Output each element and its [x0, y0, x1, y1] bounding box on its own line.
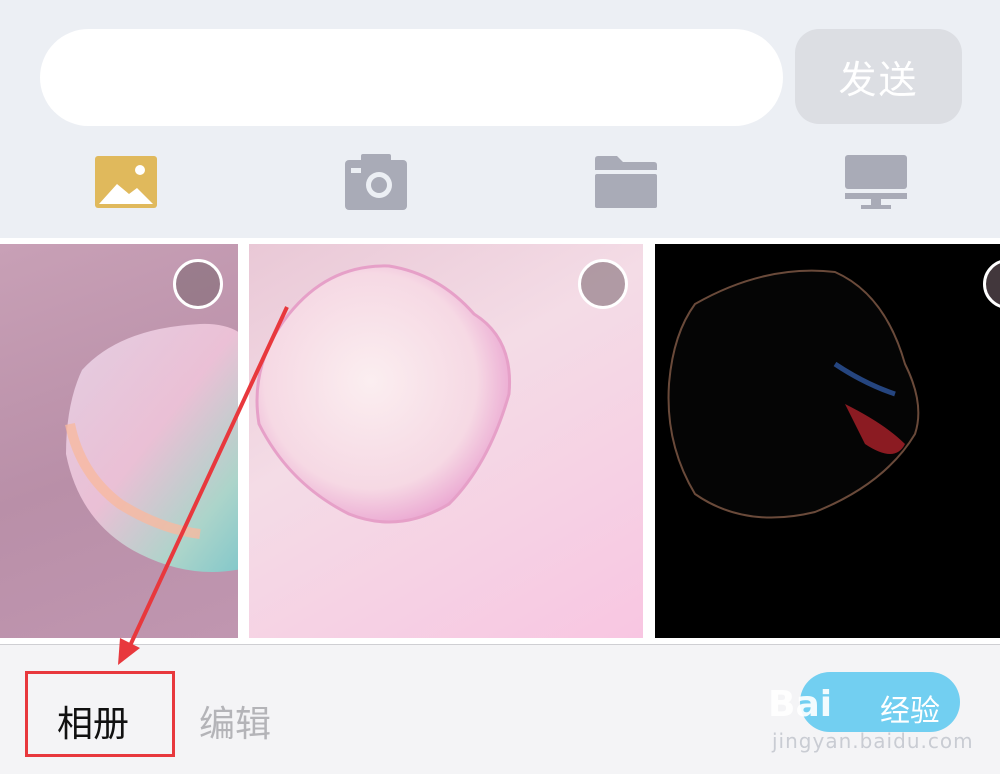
photo-strip: [0, 238, 1000, 644]
select-circle[interactable]: [578, 259, 628, 309]
highlight-box: [25, 671, 175, 757]
select-circle[interactable]: [173, 259, 223, 309]
photo-thumbnail[interactable]: [655, 244, 1000, 638]
photo-thumbnail[interactable]: [249, 244, 643, 638]
photo-thumbnail[interactable]: [0, 244, 238, 638]
image-icon[interactable]: [94, 150, 158, 214]
baidu-watermark: Bai 经验 jingyan.baidu.com: [762, 662, 992, 762]
watermark-brand-cn: 经验: [880, 694, 940, 729]
send-button[interactable]: 发送: [795, 29, 962, 124]
edit-tab[interactable]: 编辑: [199, 695, 271, 747]
camera-icon[interactable]: [344, 150, 408, 214]
message-input[interactable]: [40, 29, 783, 126]
monitor-icon[interactable]: [844, 150, 908, 214]
composer-panel: 发送: [0, 0, 1000, 238]
watermark-url: jingyan.baidu.com: [772, 729, 974, 753]
folder-icon[interactable]: [594, 150, 658, 214]
watermark-brand: Bai: [768, 684, 833, 725]
